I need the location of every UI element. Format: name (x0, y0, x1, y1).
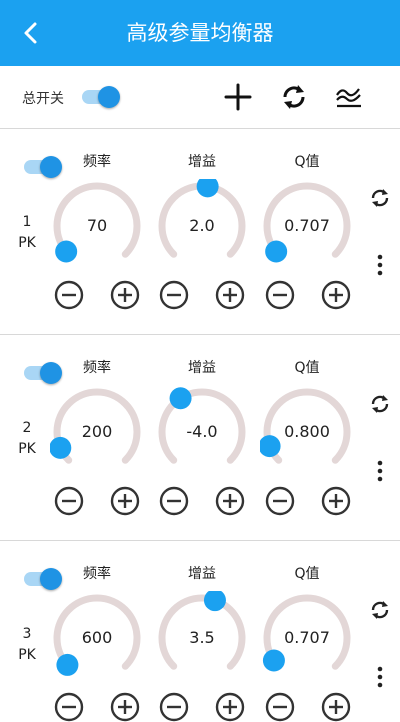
app-header: 高级参量均衡器 (0, 0, 400, 66)
band-type: PK (18, 235, 36, 251)
q-value: 0.707 (284, 628, 330, 647)
page-title: 高级参量均衡器 (126, 21, 274, 45)
q-decrease-button[interactable] (265, 486, 295, 516)
band-type: PK (18, 441, 36, 457)
toolbar: 总开关 (0, 66, 400, 129)
gain-value: -4.0 (186, 422, 218, 441)
q-increase-button[interactable] (321, 486, 351, 516)
band-reset-icon[interactable] (368, 392, 392, 416)
gain-label: 增益 (188, 360, 216, 376)
knob-handle[interactable] (196, 179, 219, 198)
band-number: 3 (22, 626, 32, 642)
band-reset-icon[interactable] (368, 186, 392, 210)
band-number: 1 (22, 214, 32, 230)
more-options-icon[interactable] (368, 665, 392, 689)
band-reset-icon[interactable] (368, 598, 392, 622)
gain-value: 2.0 (189, 216, 215, 235)
q-increase-button[interactable] (321, 280, 351, 310)
freq-label: 频率 (83, 154, 111, 170)
knob-handle[interactable] (203, 591, 226, 612)
q-value: 0.707 (284, 216, 330, 235)
curve-view-icon[interactable] (332, 80, 366, 114)
reset-icon[interactable] (277, 80, 311, 114)
gain-increase-button[interactable] (215, 280, 245, 310)
gain-increase-button[interactable] (215, 486, 245, 516)
more-options-icon[interactable] (368, 459, 392, 483)
freq-label: 频率 (83, 566, 111, 582)
band-index: 2 PK (8, 418, 46, 460)
gain-increase-button[interactable] (215, 692, 245, 722)
q-decrease-button[interactable] (265, 280, 295, 310)
freq-decrease-button[interactable] (54, 486, 84, 516)
knob-handle[interactable] (265, 240, 288, 263)
band-2: 2 PK 频率 增益 Q值 200 -4.0 0.800 (0, 335, 400, 540)
q-label: Q值 (294, 566, 320, 582)
band-index: 3 PK (8, 624, 46, 666)
add-icon[interactable] (221, 80, 255, 114)
freq-decrease-button[interactable] (54, 280, 84, 310)
band-type: PK (18, 647, 36, 663)
band-1: 1 PK 频率 增益 Q值 70 2.0 0.707 (0, 129, 400, 334)
gain-value: 3.5 (189, 628, 215, 647)
gain-decrease-button[interactable] (159, 692, 189, 722)
q-increase-button[interactable] (321, 692, 351, 722)
q-value: 0.800 (284, 422, 330, 441)
q-label: Q值 (294, 154, 320, 170)
q-decrease-button[interactable] (265, 692, 295, 722)
gain-label: 增益 (188, 566, 216, 582)
toggle-knob (98, 86, 120, 108)
freq-label: 频率 (83, 360, 111, 376)
freq-value: 600 (81, 628, 113, 647)
freq-decrease-button[interactable] (54, 692, 84, 722)
gain-label: 增益 (188, 154, 216, 170)
knob-handle[interactable] (55, 240, 78, 263)
band-index: 1 PK (8, 212, 46, 254)
master-switch-label: 总开关 (22, 91, 64, 107)
knob-handle[interactable] (169, 387, 192, 410)
freq-value: 200 (81, 422, 113, 441)
band-3: 3 PK 频率 增益 Q值 600 3.5 0.707 (0, 541, 400, 722)
freq-value: 70 (86, 216, 108, 235)
knob-handle[interactable] (262, 649, 285, 672)
master-switch-toggle[interactable] (82, 86, 120, 108)
freq-increase-button[interactable] (110, 486, 140, 516)
freq-increase-button[interactable] (110, 280, 140, 310)
gain-decrease-button[interactable] (159, 486, 189, 516)
q-label: Q值 (294, 360, 320, 376)
knob-handle[interactable] (56, 653, 79, 676)
band-number: 2 (22, 420, 32, 436)
freq-increase-button[interactable] (110, 692, 140, 722)
gain-decrease-button[interactable] (159, 280, 189, 310)
more-options-icon[interactable] (368, 253, 392, 277)
